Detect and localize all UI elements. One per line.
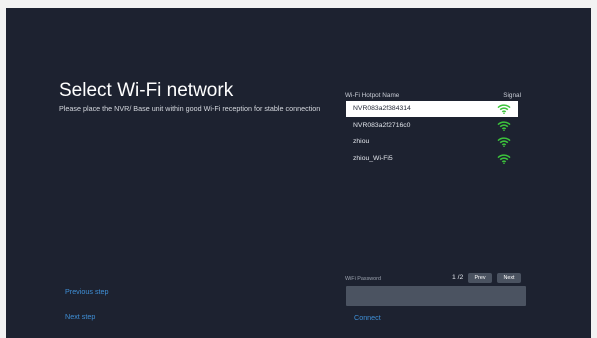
- password-toolbar: WiFi Password 1 /2 Prev Next: [345, 273, 522, 285]
- signal-column-header: Signal: [503, 92, 521, 99]
- connect-button[interactable]: Connect: [354, 313, 381, 322]
- wifi-network-name: NVR083a2f2716c0: [353, 121, 411, 129]
- wifi-signal-icon: [497, 104, 511, 114]
- previous-step-link[interactable]: Previous step: [65, 287, 109, 296]
- wifi-network-item[interactable]: zhiou: [346, 134, 518, 150]
- wifi-signal-icon: [497, 137, 511, 147]
- wifi-password-label: WiFi Password: [345, 276, 381, 282]
- wifi-network-name: zhiou: [353, 138, 370, 145]
- wifi-password-input[interactable]: [346, 286, 526, 306]
- wifi-signal-icon: [497, 120, 511, 131]
- wifi-network-item[interactable]: zhiou_Wi-Fi5: [346, 151, 518, 167]
- wifi-name-column-header: Wi-Fi Hotpot Name: [345, 92, 400, 99]
- page-title: Select Wi-Fi network: [59, 80, 234, 101]
- setup-screen: Select Wi-Fi network Please place the NV…: [6, 8, 591, 338]
- wifi-list-header: Wi-Fi Hotpot Name Signal: [345, 92, 521, 99]
- wifi-network-name: zhiou_Wi-Fi5: [353, 154, 393, 162]
- next-page-button[interactable]: Next: [497, 273, 521, 283]
- wifi-network-item[interactable]: NVR083a2f384314: [346, 101, 518, 117]
- page-subtitle: Please place the NVR/ Base unit within g…: [59, 104, 321, 113]
- wifi-network-list: NVR083a2f384314 NVR083a2f2716c0 zhiou zh…: [346, 101, 518, 167]
- wifi-network-item[interactable]: NVR083a2f2716c0: [346, 118, 518, 134]
- wifi-signal-icon: [497, 153, 511, 164]
- wifi-network-name: NVR083a2f384314: [353, 105, 411, 112]
- page-indicator: 1 /2: [452, 274, 464, 281]
- prev-page-button[interactable]: Prev: [468, 273, 492, 283]
- next-step-link[interactable]: Next step: [65, 312, 95, 321]
